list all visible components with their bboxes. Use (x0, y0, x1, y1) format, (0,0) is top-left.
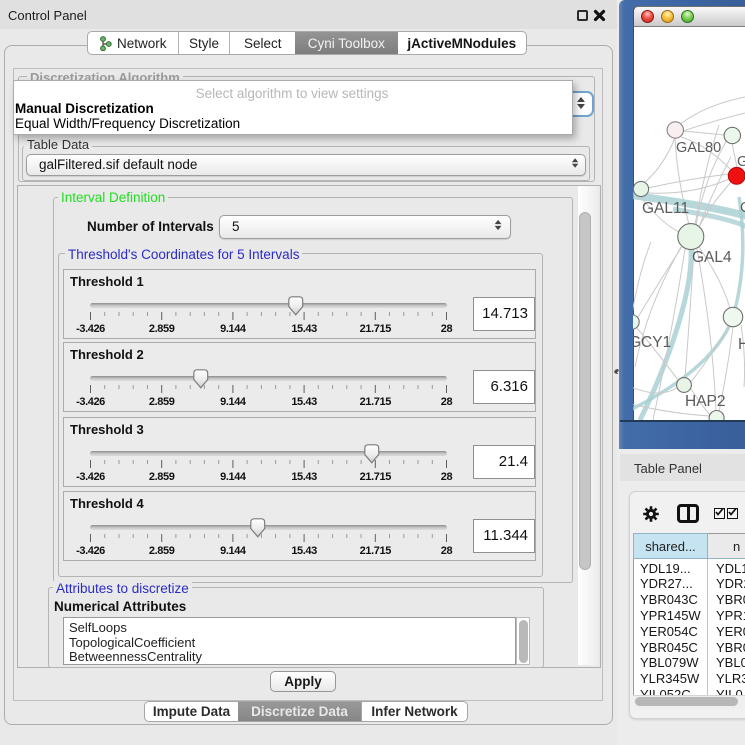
svg-text:GAL11: GAL11 (642, 200, 689, 217)
svg-text:GCY1: GCY1 (633, 334, 671, 351)
svg-text:HAP2: HAP2 (685, 393, 726, 410)
svg-text:GA: GA (737, 154, 745, 170)
svg-text:GAL4: GAL4 (692, 249, 732, 266)
svg-text:GAL80: GAL80 (676, 140, 721, 156)
svg-text:H: H (738, 336, 745, 353)
svg-text:C: C (740, 200, 745, 216)
